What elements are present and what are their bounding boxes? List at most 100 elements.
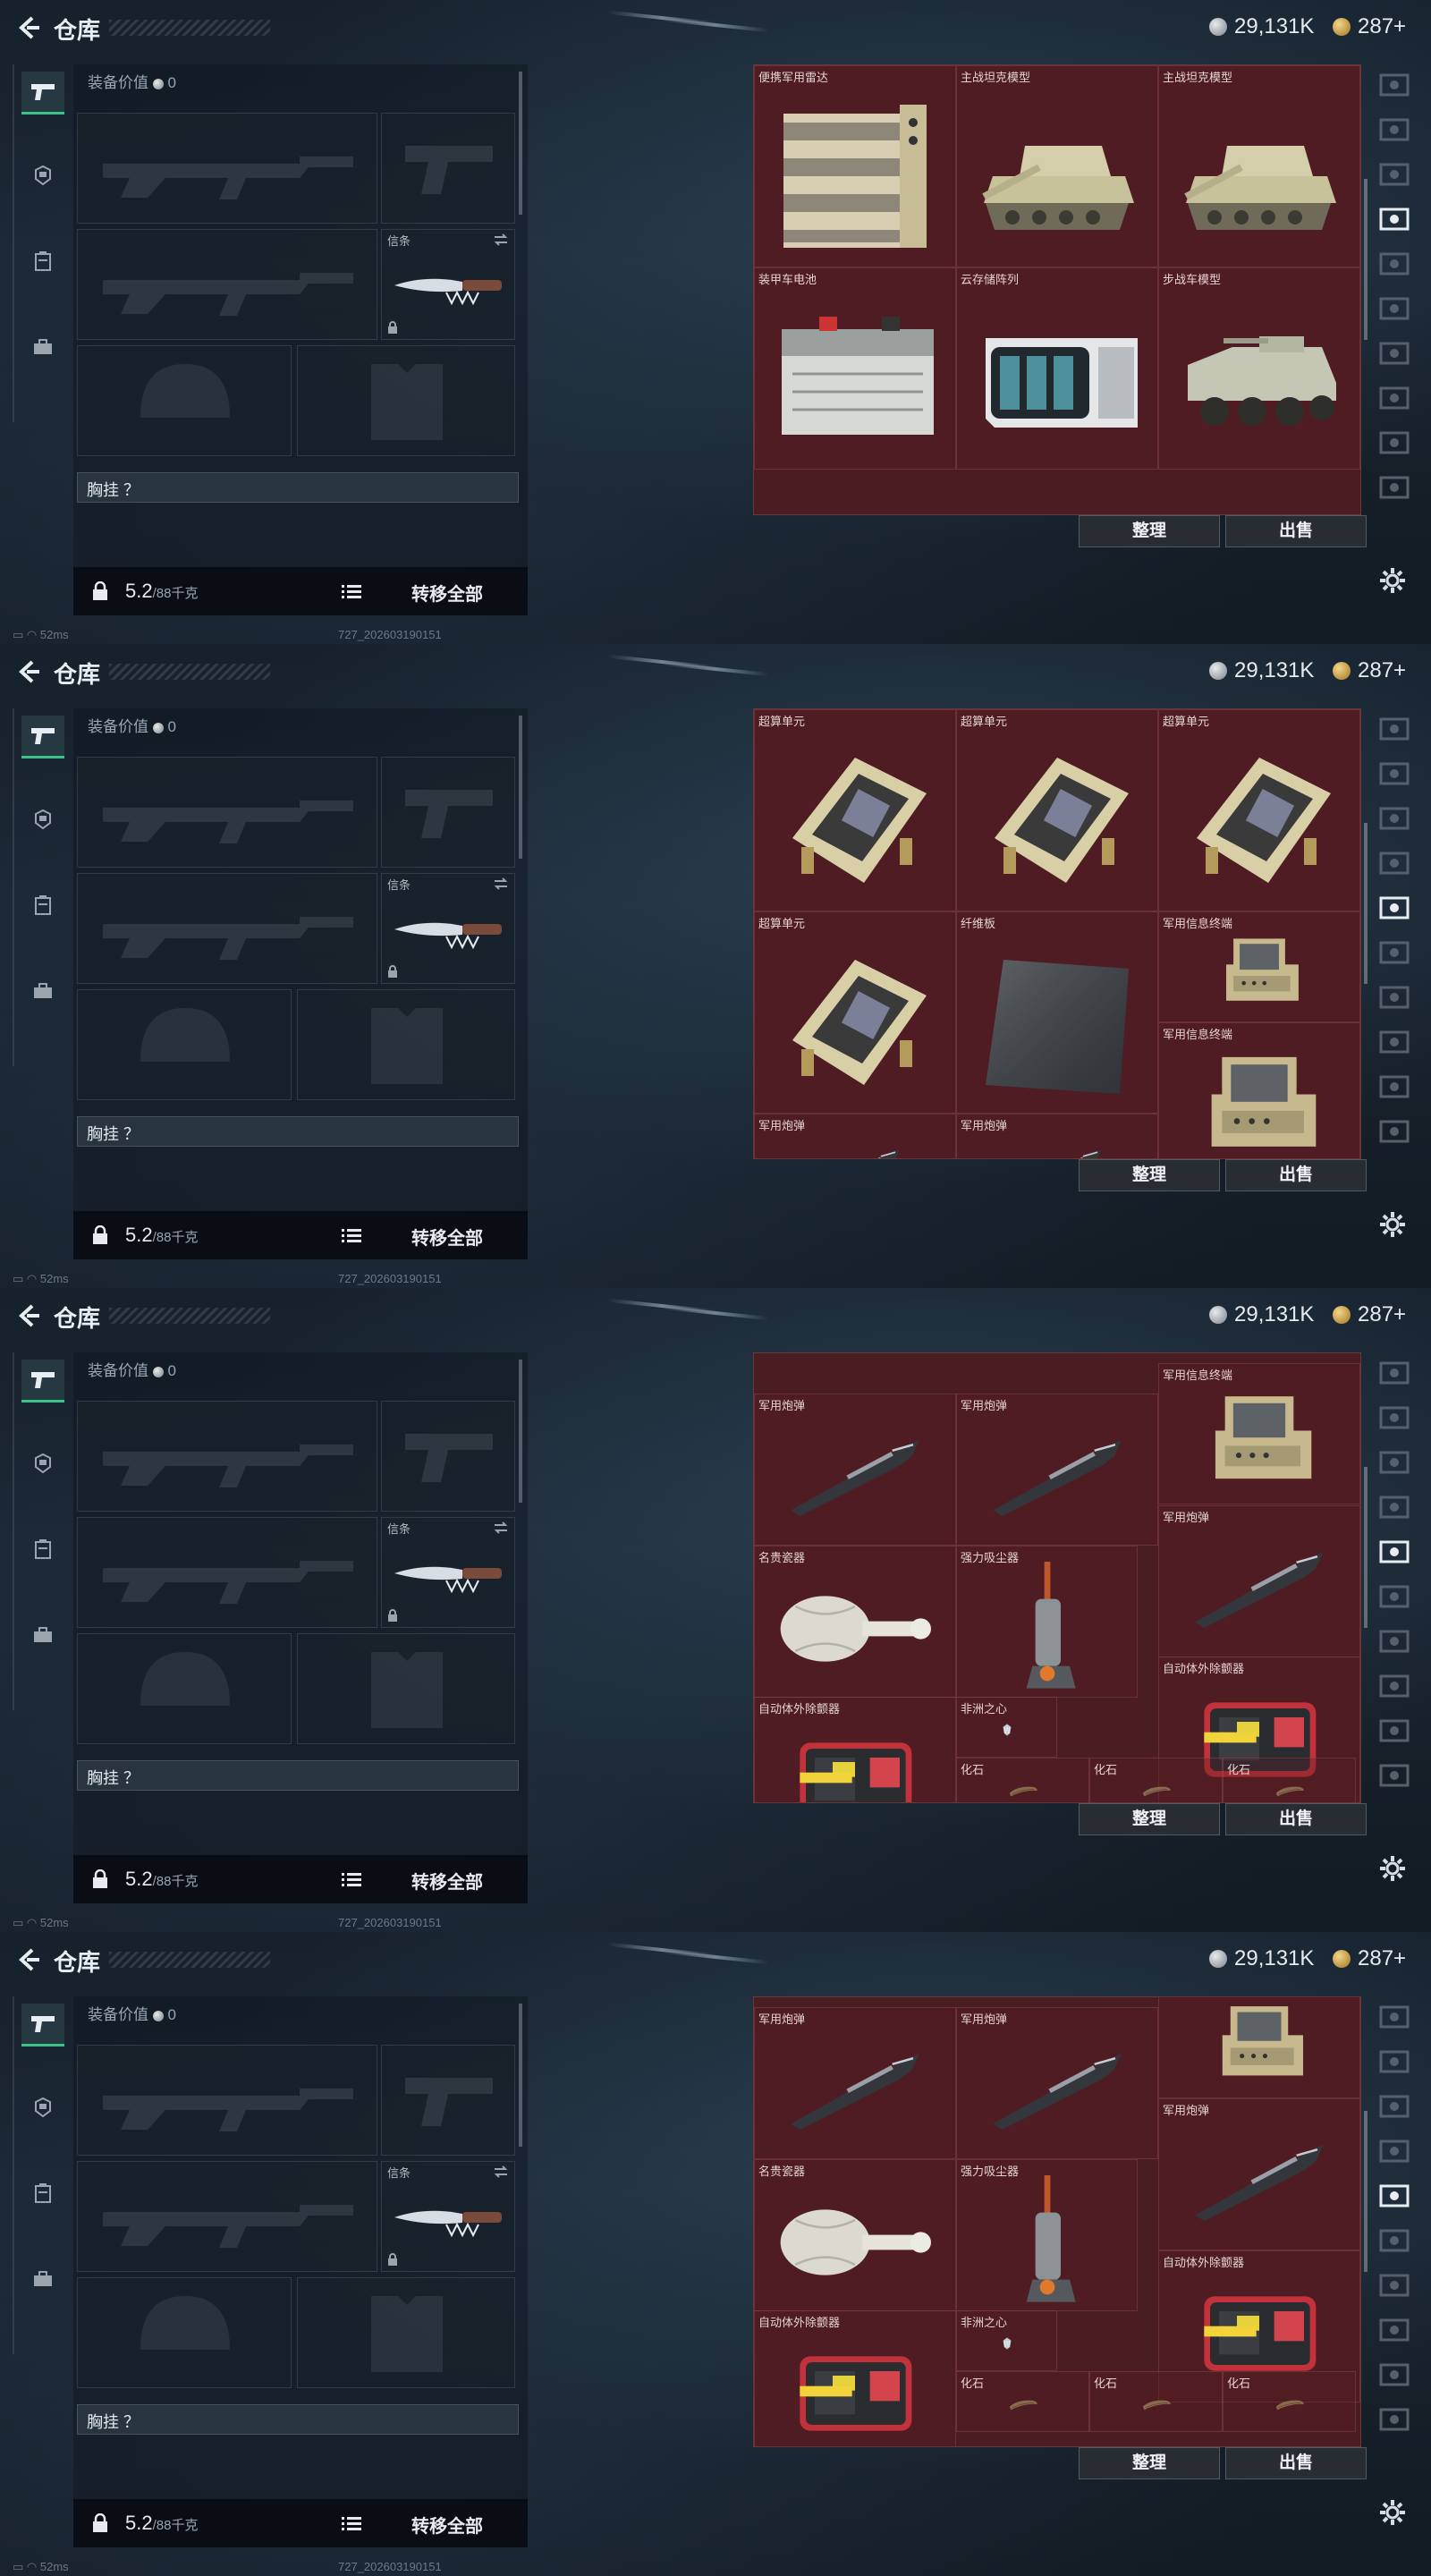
vault-tab-icon[interactable]	[1377, 716, 1417, 748]
storage-item-terminal[interactable]: 军用信息终端	[1158, 1363, 1360, 1504]
nav-armor[interactable]	[21, 1442, 64, 1485]
sort-button[interactable]: 整理	[1079, 1803, 1220, 1835]
storage-item-shell[interactable]: 军用炮弹	[754, 2007, 956, 2159]
settings-gear-icon[interactable]	[1379, 567, 1406, 594]
storage-item-storage-array[interactable]: 云存储阵列	[956, 267, 1158, 470]
vault-tab-icon[interactable]	[1377, 340, 1417, 372]
storage-item-terminal[interactable]: 军用信息终端	[1158, 911, 1360, 1022]
vault-tab-icon[interactable]	[1377, 2317, 1417, 2349]
melee-slot[interactable]: 信条	[381, 2161, 515, 2272]
nav-weapons[interactable]	[21, 1360, 64, 1402]
camera-tab-icon[interactable]	[1377, 1494, 1417, 1526]
nav-backpack[interactable]	[21, 970, 64, 1013]
storage-grid[interactable]: 超算单元超算单元超算单元超算单元纤维板军用信息终端军用炮弹军用炮弹军用信息终端军…	[753, 708, 1361, 1159]
storage-scrollbar[interactable]	[1364, 823, 1367, 984]
vault-tab-icon[interactable]	[1377, 385, 1417, 417]
vault-tab-icon[interactable]	[1377, 894, 1417, 927]
vault-tab-icon[interactable]	[1377, 474, 1417, 506]
tv-tab-icon[interactable]	[1377, 2093, 1417, 2125]
storage-item-vase[interactable]: 名贵瓷器	[754, 1546, 956, 1698]
sell-button[interactable]: 出售	[1225, 1159, 1367, 1191]
storage-item-fossil[interactable]: 化石	[956, 1758, 1089, 1802]
vault-tab-icon[interactable]	[1377, 1360, 1417, 1392]
storage-item-ifv[interactable]: 步战车模型	[1158, 267, 1360, 470]
vault-tab-icon[interactable]	[1377, 1118, 1417, 1150]
storage-item-shell[interactable]: 军用炮弹	[1158, 1505, 1360, 1657]
nav-armor[interactable]	[21, 154, 64, 197]
gold-currency[interactable]: 287+	[1333, 1946, 1406, 1971]
sort-button[interactable]: 整理	[1079, 515, 1220, 547]
storage-item-tank[interactable]: 主战坦克模型	[1158, 65, 1360, 267]
melee-slot[interactable]: 信条	[381, 873, 515, 984]
storage-grid[interactable]: 军用信息终端 军用炮弹 军用炮弹 军用炮弹 名贵瓷器 强力吸尘器 自动体外除颤器 自动体外除颤…	[753, 1352, 1361, 1803]
nav-vest[interactable]	[21, 240, 64, 283]
storage-item-shell[interactable]: 军用炮弹	[754, 1394, 956, 1546]
transfer-all-button[interactable]: 转移全部	[411, 580, 483, 606]
chest-rig-slot[interactable]: 胸挂 ？	[77, 1116, 519, 1147]
melee-slot[interactable]: 信条	[381, 1517, 515, 1628]
tv-tab-icon[interactable]	[1377, 1449, 1417, 1481]
storage-item-gpu[interactable]: 超算单元	[1158, 709, 1360, 911]
storage-item-fossil[interactable]: 化石	[956, 2371, 1089, 2432]
storage-item-fossil[interactable]: 化石	[1223, 2371, 1356, 2432]
storage-grid[interactable]: 军用炮弹 军用炮弹 军用炮弹 名贵瓷器 强力吸尘器 自动体外除颤器 自动体外除颤器 非洲之心化…	[753, 1996, 1361, 2447]
storage-item-fossil[interactable]: 化石	[1089, 1758, 1223, 1802]
camera-tab-icon[interactable]	[1377, 850, 1417, 882]
pistol-slot[interactable]	[381, 1401, 515, 1512]
storage-item-radar[interactable]: 便携军用雷达	[754, 65, 956, 267]
camera-tab-icon[interactable]	[1377, 206, 1417, 238]
sort-button[interactable]: 整理	[1079, 1159, 1220, 1191]
sell-button[interactable]: 出售	[1225, 515, 1367, 547]
storage-item-terminal[interactable]: 军用信息终端	[1158, 1022, 1360, 1158]
silver-currency[interactable]: 29,131K	[1209, 658, 1314, 683]
helmet-slot[interactable]	[77, 989, 292, 1100]
nav-backpack[interactable]	[21, 326, 64, 369]
camera-tab-icon[interactable]	[1377, 295, 1417, 327]
storage-item-diamond[interactable]: 非洲之心	[956, 1697, 1057, 1758]
secondary-weapon-slot[interactable]	[77, 1517, 377, 1628]
helmet-slot[interactable]	[77, 1633, 292, 1744]
transfer-all-button[interactable]: 转移全部	[411, 1868, 483, 1894]
sort-button[interactable]: 整理	[1079, 2447, 1220, 2479]
primary-weapon-slot[interactable]	[77, 113, 377, 224]
storage-grid[interactable]: 非洲之心便携军用雷达主战坦克模型主战坦克模型装甲车电池云存储阵列步战车模型	[753, 64, 1361, 515]
back-arrow-icon[interactable]	[14, 1946, 41, 1973]
gold-currency[interactable]: 287+	[1333, 14, 1406, 39]
storage-item-fossil[interactable]: 化石	[1223, 1758, 1356, 1802]
helmet-slot[interactable]	[77, 2277, 292, 2388]
nav-weapons[interactable]	[21, 2004, 64, 2046]
equipment-scrollbar[interactable]	[519, 716, 522, 859]
tv-tab-icon[interactable]	[1377, 429, 1417, 462]
vault-tab-icon[interactable]	[1377, 1029, 1417, 1061]
gold-currency[interactable]: 287+	[1333, 1302, 1406, 1327]
nav-backpack[interactable]	[21, 1614, 64, 1657]
tv-tab-icon[interactable]	[1377, 2361, 1417, 2394]
nav-vest[interactable]	[21, 1528, 64, 1571]
primary-weapon-slot[interactable]	[77, 757, 377, 868]
settings-gear-icon[interactable]	[1379, 2499, 1406, 2526]
camera-tab-icon[interactable]	[1377, 1583, 1417, 1615]
vault-tab-icon[interactable]	[1377, 1628, 1417, 1660]
secondary-weapon-slot[interactable]	[77, 2161, 377, 2272]
storage-item-vacuum[interactable]: 强力吸尘器	[956, 2159, 1138, 2311]
sell-button[interactable]: 出售	[1225, 1803, 1367, 1835]
melee-slot[interactable]: 信条	[381, 229, 515, 340]
vault-tab-icon[interactable]	[1377, 1538, 1417, 1571]
nav-vest[interactable]	[21, 884, 64, 927]
storage-item-shell[interactable]: 军用炮弹	[956, 1394, 1158, 1546]
sell-button[interactable]: 出售	[1225, 2447, 1367, 2479]
vault-tab-icon[interactable]	[1377, 2004, 1417, 2036]
vault-tab-icon[interactable]	[1377, 250, 1417, 283]
chest-rig-slot[interactable]: 胸挂 ？	[77, 2404, 519, 2435]
vault-tab-icon[interactable]	[1377, 72, 1417, 104]
storage-item-gpu[interactable]: 超算单元	[754, 911, 956, 1114]
transfer-all-button[interactable]: 转移全部	[411, 1224, 483, 1250]
vault-tab-icon[interactable]	[1377, 2406, 1417, 2438]
storage-scrollbar[interactable]	[1364, 1467, 1367, 1628]
storage-item-shell[interactable]: 军用炮弹	[956, 2007, 1158, 2159]
pistol-slot[interactable]	[381, 2045, 515, 2156]
vault-tab-icon[interactable]	[1377, 1673, 1417, 1705]
gold-currency[interactable]: 287+	[1333, 658, 1406, 683]
transfer-all-button[interactable]: 转移全部	[411, 2512, 483, 2538]
camera-tab-icon[interactable]	[1377, 939, 1417, 971]
